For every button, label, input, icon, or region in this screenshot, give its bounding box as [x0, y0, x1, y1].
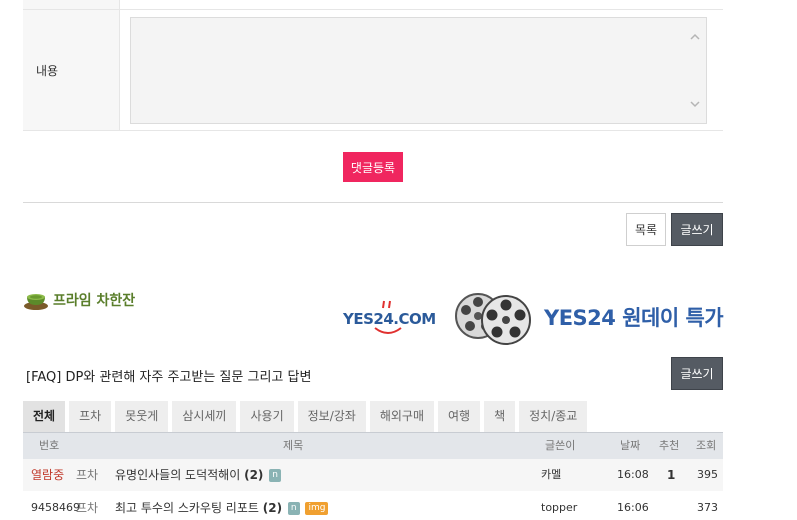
tea-cup-icon [24, 294, 48, 310]
row-recommend: 1 [667, 468, 676, 482]
oneday-banner-text[interactable]: YES24 원데이 특가 [544, 302, 724, 332]
faq-link[interactable]: [FAQ] DP와 관련해 자주 주고받는 질문 그리고 답변 [26, 366, 311, 385]
comment-form: 내용 [23, 0, 723, 131]
form-row-divider [23, 0, 723, 10]
yes24-logo[interactable]: YES24.COM [343, 298, 439, 338]
image-badge: img [305, 502, 329, 515]
tab-review[interactable]: 사용기 [240, 401, 294, 432]
row-views: 373 [697, 501, 718, 514]
row-num: 열람중 [31, 468, 65, 482]
tab-books[interactable]: 책 [484, 401, 516, 432]
header-author: 글쓴이 [545, 439, 576, 452]
submit-comment-button[interactable]: 댓글등록 [343, 152, 403, 182]
header-title: 제목 [283, 439, 304, 452]
tab-humor[interactable]: 못웃게 [115, 401, 169, 432]
row-title-cell: 최고 투수의 스카우팅 리포트 (2) n img [115, 492, 329, 520]
row-title[interactable]: 최고 투수의 스카우팅 리포트 [115, 501, 259, 515]
form-bottom-border [23, 130, 723, 131]
header-views: 조회 [696, 439, 717, 452]
row-category[interactable]: 프차 [76, 459, 98, 491]
new-badge: n [269, 469, 281, 482]
write-button[interactable]: 글쓰기 [671, 357, 723, 390]
write-button[interactable]: 글쓰기 [671, 213, 723, 246]
tab-travel[interactable]: 여행 [438, 401, 481, 432]
comment-count[interactable]: (2) [244, 468, 263, 482]
smile-icon [374, 327, 402, 334]
table-header: 번호 제목 글쓴이 날짜 추천 조회 [23, 432, 723, 459]
comment-count[interactable]: (2) [263, 501, 282, 515]
tab-politics[interactable]: 정치/종교 [519, 401, 588, 432]
scroll-down-icon[interactable] [690, 99, 700, 109]
divider [23, 202, 723, 203]
row-num: 9458469 [31, 501, 80, 514]
content-label: 내용 [36, 64, 59, 78]
tab-all[interactable]: 전체 [23, 401, 66, 432]
tab-overseas[interactable]: 해외구매 [369, 401, 434, 432]
new-badge: n [287, 502, 300, 515]
row-author[interactable]: topper [541, 492, 577, 520]
comment-label-column: 내용 [23, 0, 120, 131]
comment-textarea[interactable] [130, 17, 707, 124]
row-title-cell: 유명인사들의 도덕적해이 (2) n [115, 459, 281, 491]
logo-marks-icon [382, 300, 391, 309]
tab-pcha[interactable]: 프차 [69, 401, 112, 432]
tab-meals[interactable]: 삼시세끼 [172, 401, 237, 432]
table-row: 9458469 프차 최고 투수의 스카우팅 리포트 (2) n img top… [23, 492, 723, 520]
board-title[interactable]: 프라임 차한잔 [53, 290, 135, 310]
board-header: 프라임 차한잔 [23, 288, 135, 312]
header-date: 날짜 [620, 439, 641, 452]
row-views: 395 [697, 468, 718, 481]
header-num: 번호 [39, 439, 60, 452]
header-recommend: 추천 [659, 439, 680, 452]
category-tabs: 전체 프차 못웃게 삼시세끼 사용기 정보/강좌 해외구매 여행 책 정치/종교 [23, 401, 591, 432]
row-author[interactable]: 카멜 [541, 459, 561, 491]
scroll-up-icon[interactable] [690, 32, 700, 42]
tab-info[interactable]: 정보/강좌 [297, 401, 366, 432]
list-button[interactable]: 목록 [626, 213, 666, 246]
row-time: 16:08 [617, 468, 649, 481]
row-category[interactable]: 프차 [76, 492, 98, 520]
row-title[interactable]: 유명인사들의 도덕적해이 [115, 468, 240, 482]
table-row: 열람중 프차 유명인사들의 도덕적해이 (2) n 카멜 16:08 1 395 [23, 459, 723, 491]
film-reel-icon [455, 293, 531, 345]
row-time: 16:06 [617, 501, 649, 514]
